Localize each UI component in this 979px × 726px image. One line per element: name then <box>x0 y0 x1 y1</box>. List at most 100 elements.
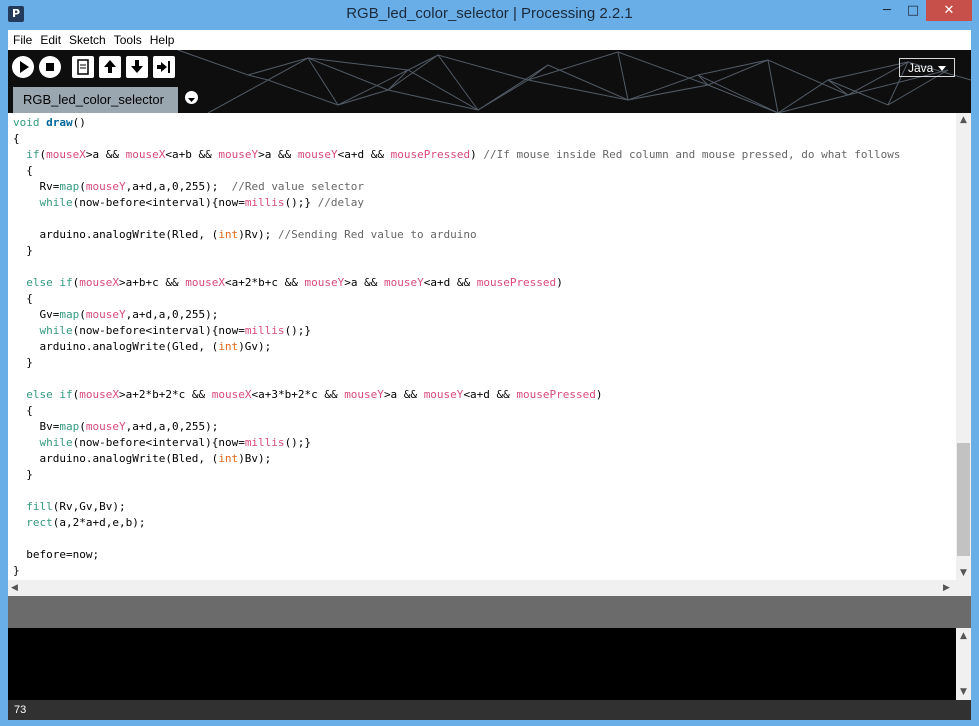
code-token: draw <box>46 116 73 129</box>
code-token: <a+d && <box>337 148 391 161</box>
code-token: mouseY <box>218 148 259 161</box>
open-button[interactable] <box>99 56 121 78</box>
code-token: ( <box>79 180 86 193</box>
menu-edit[interactable]: Edit <box>37 30 64 50</box>
code-token: >a && <box>383 388 424 401</box>
code-line: while(now-before<interval){now=millis();… <box>13 435 312 451</box>
code-token: { <box>13 292 33 305</box>
code-line: { <box>13 163 33 179</box>
code-token: int <box>218 228 239 241</box>
code-token: >a && <box>85 148 126 161</box>
open-icon <box>104 60 116 73</box>
code-line: if(mouseX>a && mouseX<a+b && mouseY>a &&… <box>13 147 900 163</box>
code-token: (a,2*a+d,e,b); <box>52 516 146 529</box>
scroll-up-icon[interactable]: ▲ <box>960 115 967 125</box>
code-token: ) <box>470 148 484 161</box>
code-token: mouseX <box>46 148 86 161</box>
console-output[interactable] <box>8 628 956 700</box>
code-token: //Red value selector <box>231 180 365 193</box>
code-token: mouseY <box>344 388 384 401</box>
code-token: millis <box>244 196 285 209</box>
menu-help[interactable]: Help <box>147 30 178 50</box>
title-bar: P RGB_led_color_selector | Processing 2.… <box>0 0 979 30</box>
tab-rgb-led-color-selector[interactable]: RGB_led_color_selector <box>13 87 178 113</box>
export-button[interactable] <box>153 56 175 78</box>
close-button[interactable]: ✕ <box>926 0 972 21</box>
menu-sketch[interactable]: Sketch <box>66 30 109 50</box>
code-token: } <box>13 356 33 369</box>
code-line: arduino.analogWrite(Gled, (int)Gv); <box>13 339 271 355</box>
scroll-down-icon[interactable]: ▼ <box>960 687 967 697</box>
code-editor[interactable]: void draw(){ if(mouseX>a && mouseX<a+b &… <box>8 113 956 580</box>
code-token: //Sending Red value to arduino <box>277 228 477 241</box>
menu-bar: File Edit Sketch Tools Help <box>8 30 971 50</box>
code-token: mouseY <box>297 148 338 161</box>
code-token: <a+d && <box>423 276 477 289</box>
run-button[interactable] <box>12 56 34 78</box>
menu-file[interactable]: File <box>10 30 35 50</box>
code-token: (now-before<interval){now= <box>72 436 245 449</box>
run-icon <box>20 61 29 73</box>
code-line: Gv=map(mouseY,a+d,a,0,255); <box>13 307 218 323</box>
editor-horizontal-scrollbar[interactable]: ◀ ▶ <box>8 580 971 596</box>
code-token: (now-before<interval){now= <box>72 196 245 209</box>
scroll-left-icon[interactable]: ◀ <box>11 583 18 593</box>
code-token: (now-before<interval){now= <box>72 324 245 337</box>
code-token: { <box>13 132 20 145</box>
save-button[interactable] <box>126 56 148 78</box>
code-line: { <box>13 403 33 419</box>
editor-vertical-scrollbar[interactable]: ▲ ▼ <box>956 113 971 580</box>
code-token: void <box>13 116 40 129</box>
code-token: int <box>218 340 239 353</box>
code-token: if <box>59 276 73 289</box>
code-token: (Rv,Gv,Bv); <box>52 500 126 513</box>
code-token: >a && <box>344 276 384 289</box>
code-token: >a && <box>258 148 298 161</box>
code-line: void draw() <box>13 115 86 131</box>
code-token: if <box>59 388 73 401</box>
code-line: before=now; <box>13 547 99 563</box>
code-line: Rv=map(mouseY,a+d,a,0,255); //Red value … <box>13 179 364 195</box>
editor-scroll-thumb[interactable] <box>957 443 970 556</box>
code-line: while(now-before<interval){now=millis();… <box>13 195 365 211</box>
mode-selector[interactable]: Java <box>899 58 955 77</box>
minimize-button[interactable]: ─ <box>874 0 900 21</box>
stop-button[interactable] <box>39 56 61 78</box>
code-token: //delay <box>317 196 365 209</box>
scroll-right-icon[interactable]: ▶ <box>943 583 950 593</box>
code-token: Gv= <box>13 308 60 321</box>
code-line: } <box>13 243 33 259</box>
code-token: mouseX <box>79 388 119 401</box>
code-line: } <box>13 355 33 371</box>
menu-tools[interactable]: Tools <box>111 30 145 50</box>
maximize-button[interactable]: □ <box>900 0 926 21</box>
code-token: >a+b+c && <box>119 276 186 289</box>
code-token: arduino.analogWrite(Rled, ( <box>13 228 219 241</box>
code-token: mouseY <box>383 276 424 289</box>
code-token: fill <box>26 500 53 513</box>
code-token: mouseY <box>85 308 126 321</box>
code-token: arduino.analogWrite(Bled, ( <box>13 452 219 465</box>
code-token: ();} <box>284 436 312 449</box>
code-token: mouseY <box>423 388 464 401</box>
code-token: >a+2*b+2*c && <box>119 388 212 401</box>
code-token: millis <box>244 324 285 337</box>
code-line: Bv=map(mouseY,a+d,a,0,255); <box>13 419 218 435</box>
tab-menu-button[interactable] <box>185 91 198 104</box>
chevron-down-icon <box>188 98 195 102</box>
code-token: mouseX <box>211 388 252 401</box>
code-line: arduino.analogWrite(Bled, (int)Bv); <box>13 451 271 467</box>
scroll-down-icon[interactable]: ▼ <box>960 568 967 578</box>
message-area <box>8 596 971 628</box>
code-line: } <box>13 563 20 579</box>
code-token: <a+d && <box>463 388 517 401</box>
console-vertical-scrollbar[interactable]: ▲ ▼ <box>956 628 971 700</box>
new-button[interactable] <box>72 56 94 78</box>
scroll-up-icon[interactable]: ▲ <box>960 631 967 641</box>
